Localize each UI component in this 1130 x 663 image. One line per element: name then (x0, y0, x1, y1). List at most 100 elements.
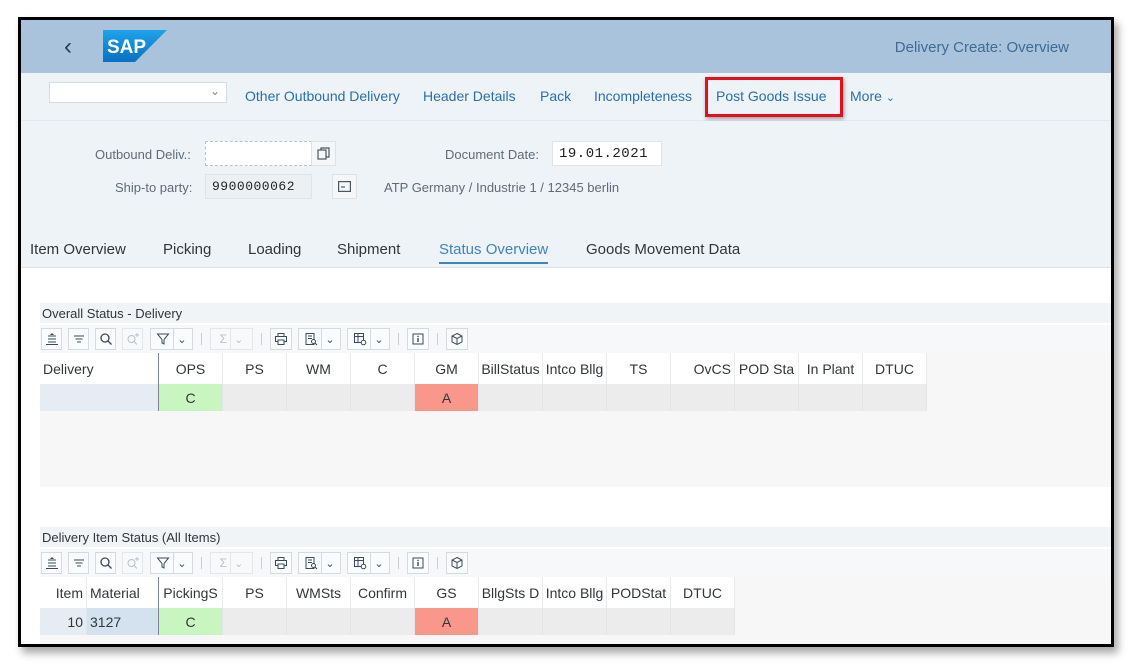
details-button[interactable] (41, 328, 62, 350)
cell-gs[interactable]: A (415, 608, 479, 635)
column-header-in-plant[interactable]: In Plant (799, 353, 863, 384)
toolbar-select[interactable]: ⌄ (49, 82, 227, 103)
column-header-dtuc[interactable]: DTUC (671, 577, 735, 608)
document-date-input[interactable]: 19.01.2021 (552, 141, 662, 166)
column-header-intco-bllg[interactable]: Intco Bllg (543, 577, 607, 608)
table-row[interactable]: 10 3127 C A (40, 608, 735, 635)
other-outbound-delivery-button[interactable]: Other Outbound Delivery (245, 88, 400, 104)
cell-ts[interactable] (607, 384, 671, 411)
sap-logo: SAP (103, 30, 167, 62)
item-status-toolbar: ⌄ Σ ⌄ ⌄ ⌄ (40, 549, 1111, 577)
sum-button[interactable]: Σ ⌄ (210, 552, 253, 574)
cell-dtuc[interactable] (863, 384, 927, 411)
cell-billstatus[interactable] (479, 384, 543, 411)
cell-pickings[interactable]: C (159, 608, 223, 635)
search-icon (99, 333, 112, 345)
cell-confirm[interactable] (351, 608, 415, 635)
column-header-pickings[interactable]: PickingS (159, 577, 223, 608)
cell-ps[interactable] (223, 608, 287, 635)
column-header-gm[interactable]: GM (415, 353, 479, 384)
cell-delivery[interactable] (40, 384, 159, 411)
filter-button[interactable]: ⌄ (150, 328, 193, 350)
column-header-c[interactable]: C (351, 353, 415, 384)
column-header-billstatus[interactable]: BillStatus (479, 353, 543, 384)
column-header-pod-sta[interactable]: POD Sta (735, 353, 799, 384)
find-button[interactable] (95, 552, 116, 574)
back-button[interactable]: ‹ (57, 32, 79, 62)
sort-button[interactable] (68, 552, 89, 574)
cell-item[interactable]: 10 (40, 608, 87, 635)
cell-bllgsts-d[interactable] (479, 608, 543, 635)
find-next-button[interactable] (122, 552, 143, 574)
cell-c[interactable] (351, 384, 415, 411)
column-header-delivery[interactable]: Delivery (40, 353, 159, 384)
copy-button[interactable] (311, 141, 336, 166)
info-button[interactable] (407, 552, 429, 574)
column-header-gs[interactable]: GS (415, 577, 479, 608)
column-header-item[interactable]: Item (40, 577, 87, 608)
details-button[interactable] (41, 552, 62, 574)
cell-ps[interactable] (223, 384, 287, 411)
sum-button[interactable]: Σ ⌄ (210, 328, 253, 350)
cell-dtuc[interactable] (671, 608, 735, 635)
ship-to-details-button[interactable] (332, 174, 357, 199)
tab-goods-movement-data[interactable]: Goods Movement Data (586, 241, 740, 258)
find-button[interactable] (95, 328, 116, 350)
layout-button[interactable]: ⌄ (347, 328, 390, 350)
incompleteness-button[interactable]: Incompleteness (594, 88, 692, 104)
details-icon (45, 333, 58, 345)
more-functions-button[interactable] (446, 552, 468, 574)
column-header-wmsts[interactable]: WMSts (287, 577, 351, 608)
column-header-dtuc[interactable]: DTUC (863, 353, 927, 384)
cell-podstat[interactable] (607, 608, 671, 635)
sort-button[interactable] (68, 328, 89, 350)
tab-status-overview[interactable]: Status Overview (439, 241, 549, 264)
cell-ovcs[interactable] (671, 384, 735, 411)
column-header-wm[interactable]: WM (287, 353, 351, 384)
filter-button[interactable]: ⌄ (150, 552, 193, 574)
column-header-intco-bllg[interactable]: Intco Bllg (543, 353, 607, 384)
column-header-ts[interactable]: TS (607, 353, 671, 384)
chevron-down-icon: ⌄ (209, 84, 220, 98)
column-header-confirm[interactable]: Confirm (351, 577, 415, 608)
column-header-ops[interactable]: OPS (159, 353, 223, 384)
ship-to-input[interactable]: 9900000062 (205, 174, 312, 199)
column-header-ovcs[interactable]: OvCS (671, 353, 735, 384)
find-next-button[interactable] (122, 328, 143, 350)
cell-wm[interactable] (287, 384, 351, 411)
tab-loading[interactable]: Loading (248, 241, 301, 258)
print-button[interactable] (270, 552, 292, 574)
header-details-button[interactable]: Header Details (423, 88, 516, 104)
copy-icon (317, 147, 330, 160)
pack-button[interactable]: Pack (540, 88, 571, 104)
table-row[interactable]: C A (40, 384, 927, 411)
column-header-material[interactable]: Material (87, 577, 159, 608)
cell-in-plant[interactable] (799, 384, 863, 411)
cell-intco-bllg[interactable] (543, 384, 607, 411)
cell-wmsts[interactable] (287, 608, 351, 635)
column-header-podstat[interactable]: PODStat (607, 577, 671, 608)
column-header-ps[interactable]: PS (223, 577, 287, 608)
tab-picking[interactable]: Picking (163, 241, 211, 258)
tab-shipment[interactable]: Shipment (337, 241, 400, 258)
cell-ops[interactable]: C (159, 384, 223, 411)
more-button[interactable]: More ⌄ (850, 88, 895, 104)
column-header-bllgsts-d[interactable]: BllgSts D (479, 577, 543, 608)
more-functions-button[interactable] (446, 328, 468, 350)
cell-material[interactable]: 3127 (87, 608, 159, 635)
layout-settings-icon (354, 333, 367, 346)
item-status-title: Delivery Item Status (All Items) (40, 527, 1111, 547)
cell-gm[interactable]: A (415, 384, 479, 411)
layout-button[interactable]: ⌄ (347, 552, 390, 574)
export-button[interactable]: ⌄ (298, 328, 341, 350)
column-header-ps[interactable]: PS (223, 353, 287, 384)
export-button[interactable]: ⌄ (298, 552, 341, 574)
info-button[interactable] (407, 328, 429, 350)
header-fields: Outbound Deliv.: Document Date: 19.01.20… (21, 121, 1111, 241)
layout-settings-icon (354, 557, 367, 570)
cell-pod-sta[interactable] (735, 384, 799, 411)
print-button[interactable] (270, 328, 292, 350)
tab-item-overview[interactable]: Item Overview (30, 241, 126, 258)
outbound-deliv-input[interactable] (205, 141, 312, 166)
cell-intco-bllg[interactable] (543, 608, 607, 635)
